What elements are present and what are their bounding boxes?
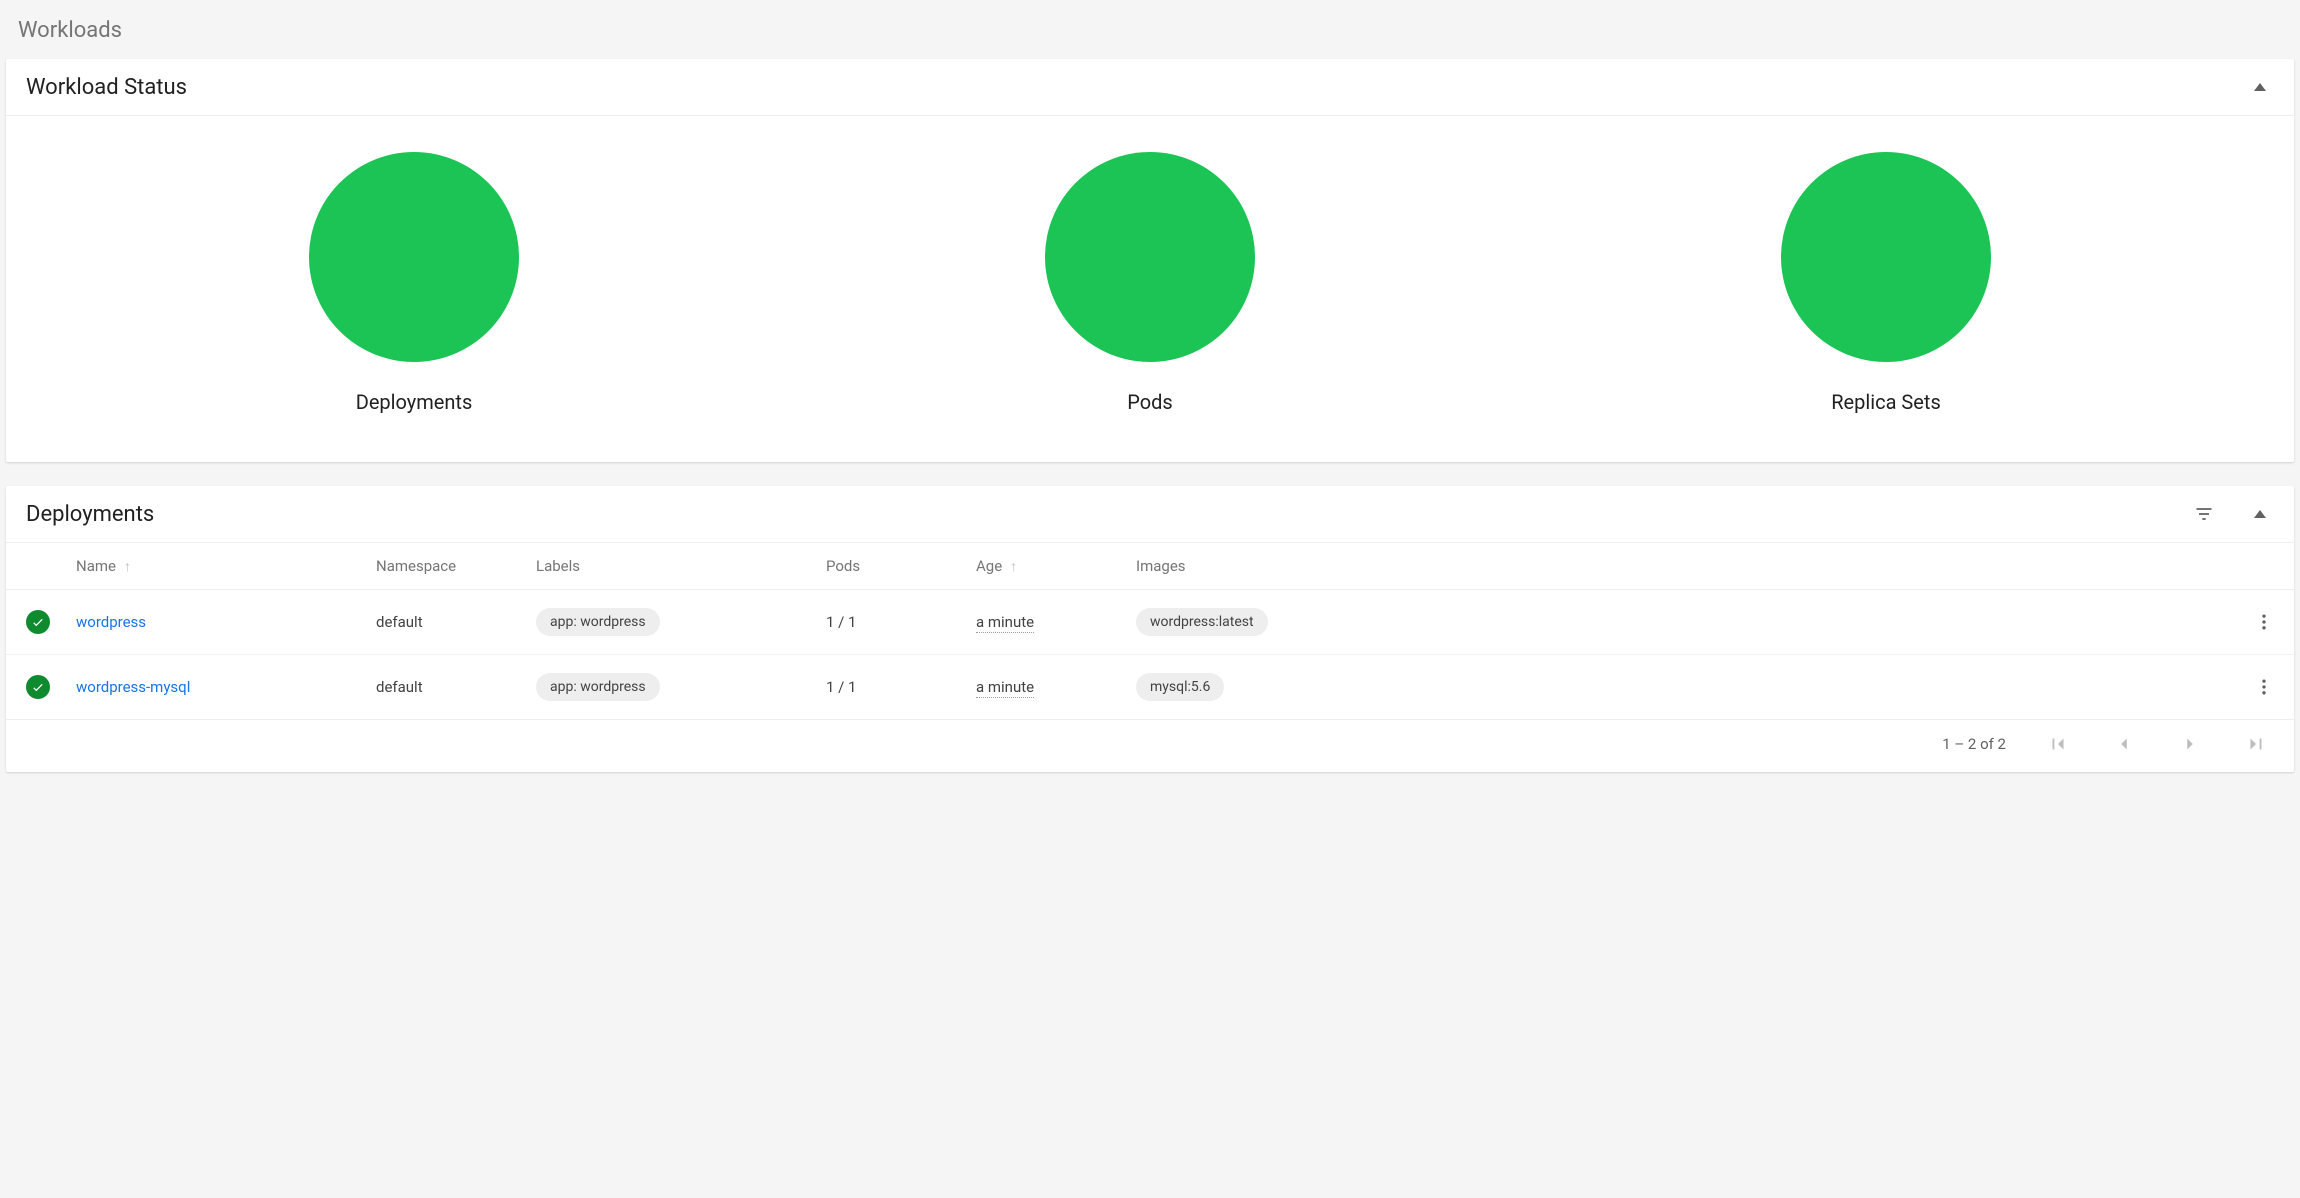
deployments-card: Deployments (6, 486, 2294, 772)
more-vert-icon (2254, 612, 2274, 632)
col-actions-header (2234, 543, 2294, 590)
image-chip: mysql:5.6 (1136, 673, 1224, 701)
page-last-button[interactable] (2242, 730, 2270, 758)
status-item-deployments: Deployments (46, 152, 782, 414)
page-prev-button[interactable] (2110, 730, 2138, 758)
age-cell: a minute (966, 655, 1126, 720)
collapse-toggle[interactable] (2246, 500, 2274, 528)
row-actions-cell (2234, 590, 2294, 655)
col-namespace-header[interactable]: Namespace (366, 543, 526, 590)
sort-asc-icon: ↑ (1010, 559, 1017, 575)
row-actions-cell (2234, 655, 2294, 720)
filter-button[interactable] (2190, 500, 2218, 528)
caret-up-icon (2254, 510, 2266, 518)
table-row: wordpress-mysql default app: wordpress 1 / … (6, 655, 2294, 720)
collapse-toggle[interactable] (2246, 73, 2274, 101)
filter-icon (2194, 504, 2214, 524)
col-name-header[interactable]: Name↑ (66, 543, 366, 590)
col-images-header[interactable]: Images (1126, 543, 2234, 590)
images-cell: mysql:5.6 (1126, 655, 2234, 720)
page-first-button[interactable] (2044, 730, 2072, 758)
status-item-replica-sets: Replica Sets (1518, 152, 2254, 414)
chevron-left-icon (2113, 733, 2135, 755)
more-vert-icon (2254, 677, 2274, 697)
status-circle (1045, 152, 1255, 362)
namespace-cell: default (366, 590, 526, 655)
caret-up-icon (2254, 83, 2266, 91)
status-circle (309, 152, 519, 362)
label-chip: app: wordpress (536, 673, 660, 701)
age-text: a minute (976, 613, 1034, 633)
col-labels-header[interactable]: Labels (526, 543, 816, 590)
chevron-right-icon (2179, 733, 2201, 755)
workload-status-title: Workload Status (26, 75, 187, 100)
table-footer: 1 – 2 of 2 (6, 719, 2294, 772)
deployments-table: Name↑ Namespace Labels Pods Age↑ Images … (6, 543, 2294, 719)
deployments-title: Deployments (26, 502, 154, 527)
check-icon (31, 615, 45, 629)
status-ok-badge (26, 675, 50, 699)
row-menu-button[interactable] (2250, 673, 2278, 701)
workload-status-card: Workload Status Deployments Pods Replica… (6, 59, 2294, 462)
status-circle (1781, 152, 1991, 362)
page-last-icon (2245, 733, 2267, 755)
status-item-pods: Pods (782, 152, 1518, 414)
page-first-icon (2047, 733, 2069, 755)
image-chip: wordpress:latest (1136, 608, 1268, 636)
deployment-link[interactable]: wordpress-mysql (76, 678, 190, 696)
namespace-cell: default (366, 655, 526, 720)
age-cell: a minute (966, 590, 1126, 655)
status-label: Pods (1127, 390, 1173, 414)
pagination-range: 1 – 2 of 2 (1942, 735, 2006, 753)
status-label: Replica Sets (1831, 390, 1941, 414)
age-text: a minute (976, 678, 1034, 698)
page-title: Workloads (6, 10, 2294, 59)
pods-cell: 1 / 1 (816, 590, 966, 655)
col-pods-header[interactable]: Pods (816, 543, 966, 590)
sort-asc-icon: ↑ (124, 559, 131, 575)
labels-cell: app: wordpress (526, 655, 816, 720)
status-label: Deployments (356, 390, 473, 414)
page-next-button[interactable] (2176, 730, 2204, 758)
status-ok-badge (26, 610, 50, 634)
col-age-header[interactable]: Age↑ (966, 543, 1126, 590)
name-cell: wordpress-mysql (66, 655, 366, 720)
pods-cell: 1 / 1 (816, 655, 966, 720)
images-cell: wordpress:latest (1126, 590, 2234, 655)
status-cell (6, 590, 66, 655)
deployment-link[interactable]: wordpress (76, 613, 146, 631)
row-menu-button[interactable] (2250, 608, 2278, 636)
labels-cell: app: wordpress (526, 590, 816, 655)
status-cell (6, 655, 66, 720)
check-icon (31, 680, 45, 694)
label-chip: app: wordpress (536, 608, 660, 636)
name-cell: wordpress (66, 590, 366, 655)
col-status-header (6, 543, 66, 590)
table-row: wordpress default app: wordpress 1 / 1 a min… (6, 590, 2294, 655)
